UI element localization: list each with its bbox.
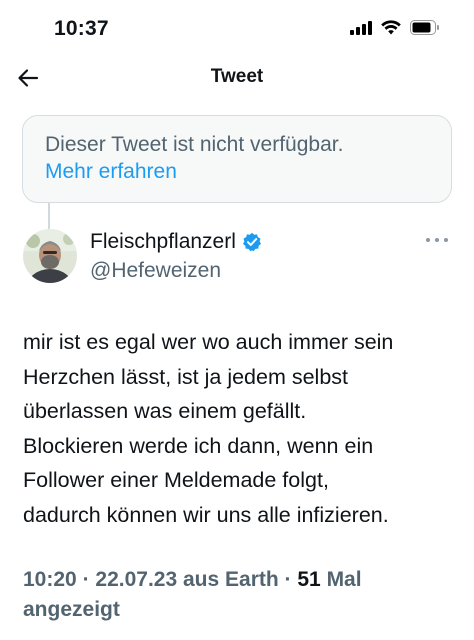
more-dot-icon <box>426 238 430 242</box>
thread-connector-line <box>48 203 50 229</box>
tweet-date[interactable]: 22.07.23 <box>95 568 177 591</box>
page-title: Tweet <box>210 66 264 87</box>
more-dot-icon <box>444 238 448 242</box>
views-label: Mal <box>326 568 362 591</box>
meta-separator: · <box>82 568 96 591</box>
status-time: 10:37 <box>54 17 109 40</box>
author-name[interactable]: Fleischpflanzerl <box>90 230 262 254</box>
cellular-signal-icon <box>350 20 372 35</box>
back-button[interactable] <box>10 60 46 96</box>
author-handle[interactable]: @Hefeweizen <box>90 259 221 283</box>
meta-separator: · <box>284 568 298 591</box>
avatar[interactable] <box>23 229 77 283</box>
arrow-left-icon <box>18 69 39 87</box>
wifi-icon <box>381 20 401 35</box>
nav-bar: Tweet <box>0 56 474 100</box>
views-label-continued: angezeigt <box>23 598 120 621</box>
tweet-source: aus Earth <box>182 568 279 591</box>
status-icons <box>350 20 440 35</box>
unavailable-message: Dieser Tweet ist nicht verfügbar. <box>45 133 344 156</box>
status-bar: 10:37 <box>0 0 474 56</box>
tweet-time[interactable]: 10:20 <box>23 568 77 591</box>
battery-icon <box>410 20 439 35</box>
more-options-button[interactable] <box>426 232 448 248</box>
more-dot-icon <box>435 238 439 242</box>
tweet-text: mir ist es egal wer wo auch immer sein H… <box>23 330 394 527</box>
avatar-image <box>23 229 77 283</box>
verified-badge-icon <box>242 232 261 252</box>
author-name-text: Fleischpflanzerl <box>90 230 236 253</box>
learn-more-link[interactable]: Mehr erfahren <box>45 158 177 185</box>
views-count[interactable]: 51 <box>297 568 320 591</box>
unavailable-tweet-notice: Dieser Tweet ist nicht verfügbar. Mehr e… <box>22 115 452 203</box>
tweet-metadata: 10:20 · 22.07.23 aus Earth · 51 Mal ange… <box>23 565 453 625</box>
